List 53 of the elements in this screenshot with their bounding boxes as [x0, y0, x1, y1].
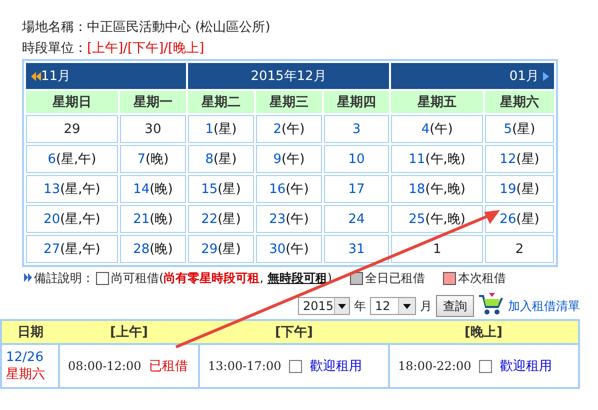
- calendar-day: 30: [144, 122, 162, 136]
- shopping-cart-icon[interactable]: [478, 292, 504, 318]
- weekday-header: 星期二: [201, 95, 240, 110]
- weekday-text: 星期六: [6, 366, 46, 382]
- legend-text: 本次租借: [458, 270, 506, 286]
- legend-text: 全日已租借: [365, 270, 426, 286]
- rent-link[interactable]: 歡迎租用: [500, 357, 552, 375]
- double-left-arrow-icon: [31, 72, 41, 81]
- caret-icon: [338, 304, 346, 308]
- checkbox[interactable]: [289, 360, 302, 372]
- weekday-header: 星期日: [52, 95, 92, 110]
- calendar-day[interactable]: 4(午): [421, 122, 453, 137]
- calendar-day[interactable]: 10: [348, 152, 365, 166]
- weekday-header: 星期五: [418, 95, 457, 110]
- calendar-day: 29: [64, 122, 80, 136]
- bullet-arrow-icon: [24, 273, 32, 282]
- query-button[interactable]: 查詢: [436, 295, 474, 317]
- checkbox[interactable]: [479, 360, 492, 372]
- calendar-day: 1: [432, 242, 442, 256]
- time-range: 13:00-17:00: [208, 359, 282, 373]
- column-header: 日期: [18, 325, 44, 340]
- venue-name: 中正區民活動中心 (松山區公所): [87, 20, 270, 35]
- weekday-header: 星期六: [500, 95, 540, 110]
- column-header: [下午]: [275, 325, 313, 340]
- caret-icon: [403, 304, 411, 308]
- add-to-list-link[interactable]: 加入租借清單: [508, 298, 580, 314]
- rent-link[interactable]: 歡迎租用: [310, 357, 362, 375]
- time-range: 08:00-12:00: [68, 359, 142, 373]
- calendar-day[interactable]: 17: [348, 182, 365, 196]
- month-title: 2015年12月: [250, 69, 326, 84]
- column-header: [上午]: [110, 325, 148, 340]
- month-select[interactable]: 12: [370, 297, 416, 315]
- time-unit-label: 時段單位：: [22, 41, 87, 56]
- column-header: [晚上]: [464, 325, 502, 340]
- time-range: 18:00-22:00: [398, 359, 472, 373]
- year-unit: 年: [354, 298, 366, 314]
- year-select[interactable]: 2015: [298, 297, 350, 315]
- calendar-day[interactable]: 31: [348, 242, 365, 256]
- weekday-header: 星期一: [133, 95, 172, 110]
- weekday-header: 星期三: [269, 95, 308, 110]
- calendar-day: 2: [515, 242, 524, 256]
- status-text: 已租借: [149, 358, 188, 375]
- date-text: 12/26: [6, 350, 44, 364]
- venue-label: 場地名稱：: [22, 20, 87, 35]
- calendar-day[interactable]: 24: [348, 212, 365, 226]
- time-unit-value: [上午]/[下午]/[晚上]: [87, 41, 204, 56]
- next-month-link[interactable]: 01月: [509, 69, 549, 84]
- prev-month-link[interactable]: 11月: [31, 69, 71, 84]
- right-arrow-icon: [543, 72, 549, 81]
- weekday-header: 星期四: [337, 95, 376, 110]
- month-unit: 月: [420, 298, 432, 314]
- calendar-day[interactable]: 3: [352, 122, 361, 136]
- legend-label: 備註說明：: [34, 270, 94, 286]
